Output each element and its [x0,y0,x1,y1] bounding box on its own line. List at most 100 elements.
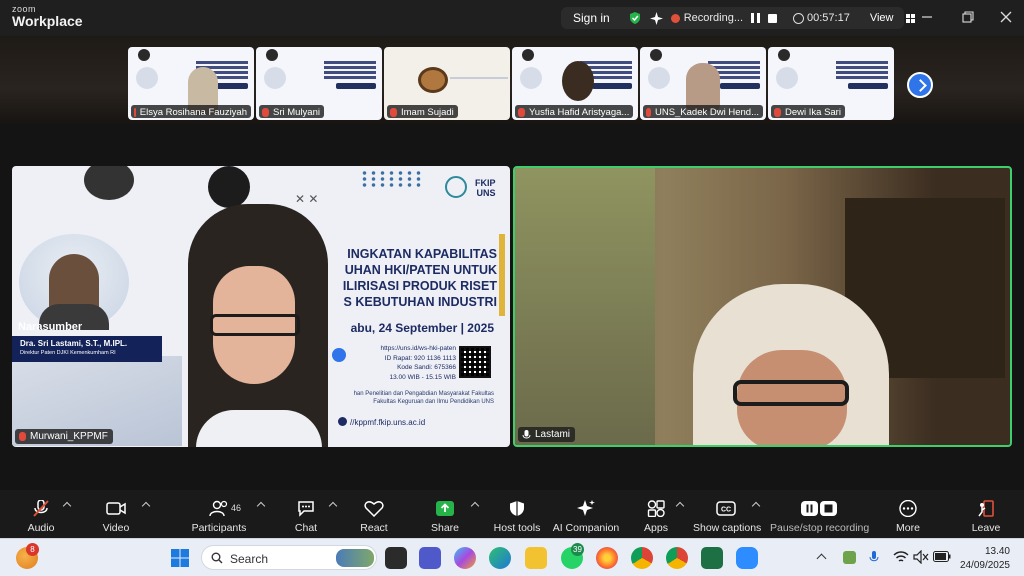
video-options-chevron-icon[interactable] [141,501,151,511]
participant-video [686,63,720,111]
gallery-tile[interactable]: Dewi Ika Sari [768,47,894,120]
ai-sparkle-icon[interactable] [649,11,663,25]
ai-companion-label: AI Companion [552,522,620,534]
volume-muted-icon[interactable] [913,550,929,564]
minimize-icon[interactable] [920,10,934,24]
gallery-tile[interactable]: Elsya Rosihana Fauziyah [128,47,254,120]
video-tile-murwani[interactable]: Narasumber Dra. Sri Lastami, S.T., M.IPL… [12,166,510,447]
video-label: Video [102,522,130,534]
copilot-icon[interactable] [454,547,476,569]
task-view-icon[interactable] [385,547,407,569]
apps-options-chevron-icon[interactable] [675,501,685,511]
edge-icon[interactable] [489,547,511,569]
windows-start-icon[interactable] [169,547,191,569]
gallery-tile[interactable]: UNS_Kadek Dwi Hend... [640,47,766,120]
gallery-tile[interactable]: Sri Mulyani [256,47,382,120]
slide-decoration [522,49,534,61]
teams-icon[interactable] [419,547,441,569]
participant-name-label: Imam Sujadi [387,105,458,118]
share-label: Share [430,522,460,534]
view-grid-icon[interactable] [905,13,915,23]
more-ellipsis-icon [899,500,917,517]
leave-button[interactable]: Leave [966,490,1006,538]
share-button[interactable]: Share [423,490,467,538]
clock-time: 13.40 [984,546,1010,557]
more-button[interactable]: More [888,490,928,538]
zoom-app-icon[interactable] [736,547,758,569]
slide-date-bar [848,83,888,89]
background-shelf [515,168,655,445]
share-screen-icon [436,501,454,516]
chrome-profile-icon[interactable] [666,547,688,569]
host-tools-button[interactable]: Host tools [490,490,544,538]
video-tile-lastami[interactable]: Lastami [513,166,1012,447]
host-tools-label: Host tools [493,522,541,534]
gallery-tile[interactable]: Imam Sujadi [384,47,510,120]
windows-taskbar: 8 Search 39 13.40 24/09/2025 [0,538,1024,576]
profile-picture [418,67,448,93]
participant-name: Murwani_KPPMF [30,431,108,442]
participants-label: Participants [191,522,247,534]
restore-icon[interactable] [961,10,975,24]
apps-icon [647,500,665,517]
slide-dots-decoration [360,170,422,188]
share-options-chevron-icon[interactable] [470,501,480,511]
slide-decoration [778,49,790,61]
taskbar-search-box[interactable]: Search [201,545,377,570]
slide-title-lines [324,61,376,64]
slide-accent-bar [499,234,505,316]
slide-decoration [208,166,250,208]
video-camera-icon [106,502,126,515]
zoom-logo-icon [332,348,346,362]
sign-in-button[interactable]: Sign in [573,11,610,25]
next-page-button[interactable] [907,72,933,98]
participant-glasses [733,380,849,406]
search-placeholder: Search [230,552,269,566]
tray-app-icon[interactable] [843,551,856,564]
wifi-icon[interactable] [893,550,909,564]
firefox-icon[interactable] [596,547,618,569]
title-bar: zoom Workplace Sign in Recording... 00:5… [0,0,1024,36]
muted-mic-icon [19,432,26,441]
close-icon[interactable] [999,10,1013,24]
show-captions-button[interactable]: CC Show captions [693,490,761,538]
chrome-icon[interactable] [631,547,653,569]
slide-decoration [138,49,150,61]
apps-button[interactable]: Apps [636,490,676,538]
participant-name: Elsya Rosihana Fauziyah [139,106,247,118]
participants-options-chevron-icon[interactable] [256,501,266,511]
slide-decoration [266,49,278,61]
pause-stop-recording-label: Pause/stop recording [770,522,870,534]
system-clock[interactable]: 13.40 24/09/2025 [960,545,1010,573]
slide-title-lines [196,61,248,64]
participants-button[interactable]: Participants [188,490,250,538]
recording-dot-icon [670,13,680,23]
react-button[interactable]: React [352,490,396,538]
video-button[interactable]: Video [92,490,140,538]
battery-icon[interactable] [933,551,951,562]
audio-button[interactable]: Audio [15,490,67,538]
excel-icon[interactable] [701,547,723,569]
security-shield-icon[interactable] [628,11,642,25]
pause-recording-icon[interactable] [751,13,761,23]
file-explorer-icon[interactable] [525,547,547,569]
participant-glasses [210,314,300,336]
view-button[interactable]: View [870,12,894,24]
participant-name: Sri Mulyani [273,106,320,118]
tray-chevron-icon[interactable] [816,553,827,564]
weather-badge: 8 [26,543,39,556]
stop-recording-icon[interactable] [768,13,778,23]
slide-portrait [520,67,542,89]
whatsapp-badge: 39 [571,543,584,556]
leave-door-icon [978,500,994,517]
more-label: More [896,522,920,534]
pause-stop-recording-button[interactable]: Pause/stop recording [770,490,870,538]
microphone-tray-icon[interactable] [868,550,880,565]
slide-meeting-info: https://uns.id/ws-hki-paten ID Rapat: 92… [380,345,456,381]
gallery-tile[interactable]: Yusfia Hafid Aristyaga... [512,47,638,120]
chat-button[interactable]: Chat [284,490,328,538]
ai-companion-button[interactable]: AI Companion [552,490,620,538]
qr-code [459,346,491,378]
chat-options-chevron-icon[interactable] [328,501,338,511]
participant-name: Lastami [535,429,571,440]
